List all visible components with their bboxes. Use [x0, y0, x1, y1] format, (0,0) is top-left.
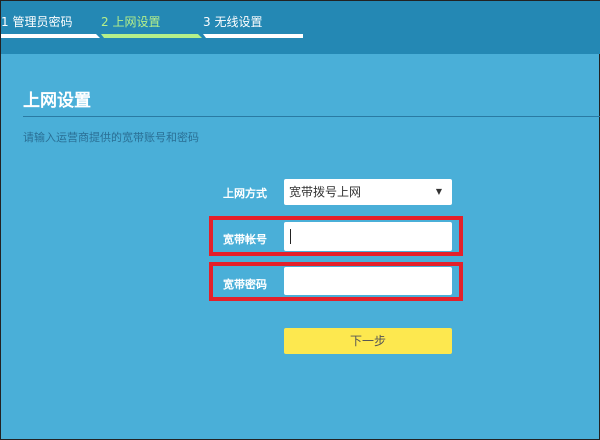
page-subtitle: 请输入运营商提供的宽带账号和密码: [23, 131, 199, 144]
wizard-header: 1 管理员密码 2 上网设置 3 无线设置: [1, 1, 600, 54]
page-title: 上网设置: [23, 91, 91, 111]
step-wireless-settings[interactable]: 3 无线设置: [203, 13, 262, 30]
mode-select[interactable]: 宽带拨号上网 ▼: [284, 179, 452, 205]
mode-label: 上网方式: [223, 187, 267, 200]
password-label: 宽带密码: [223, 278, 267, 291]
text-cursor: [290, 229, 291, 244]
step-bar-3: [203, 34, 303, 38]
account-label: 宽带帐号: [223, 233, 267, 246]
step-bar-2-active: [101, 34, 202, 38]
step-internet-settings[interactable]: 2 上网设置: [101, 13, 160, 30]
password-input[interactable]: [284, 267, 452, 295]
next-button[interactable]: 下一步: [284, 328, 452, 354]
account-input[interactable]: [284, 222, 452, 251]
step-bar-1: [1, 34, 100, 38]
step-admin-password[interactable]: 1 管理员密码: [1, 13, 72, 30]
chevron-down-icon: ▼: [435, 187, 442, 196]
divider: [23, 116, 600, 117]
mode-select-value: 宽带拨号上网: [289, 185, 362, 199]
